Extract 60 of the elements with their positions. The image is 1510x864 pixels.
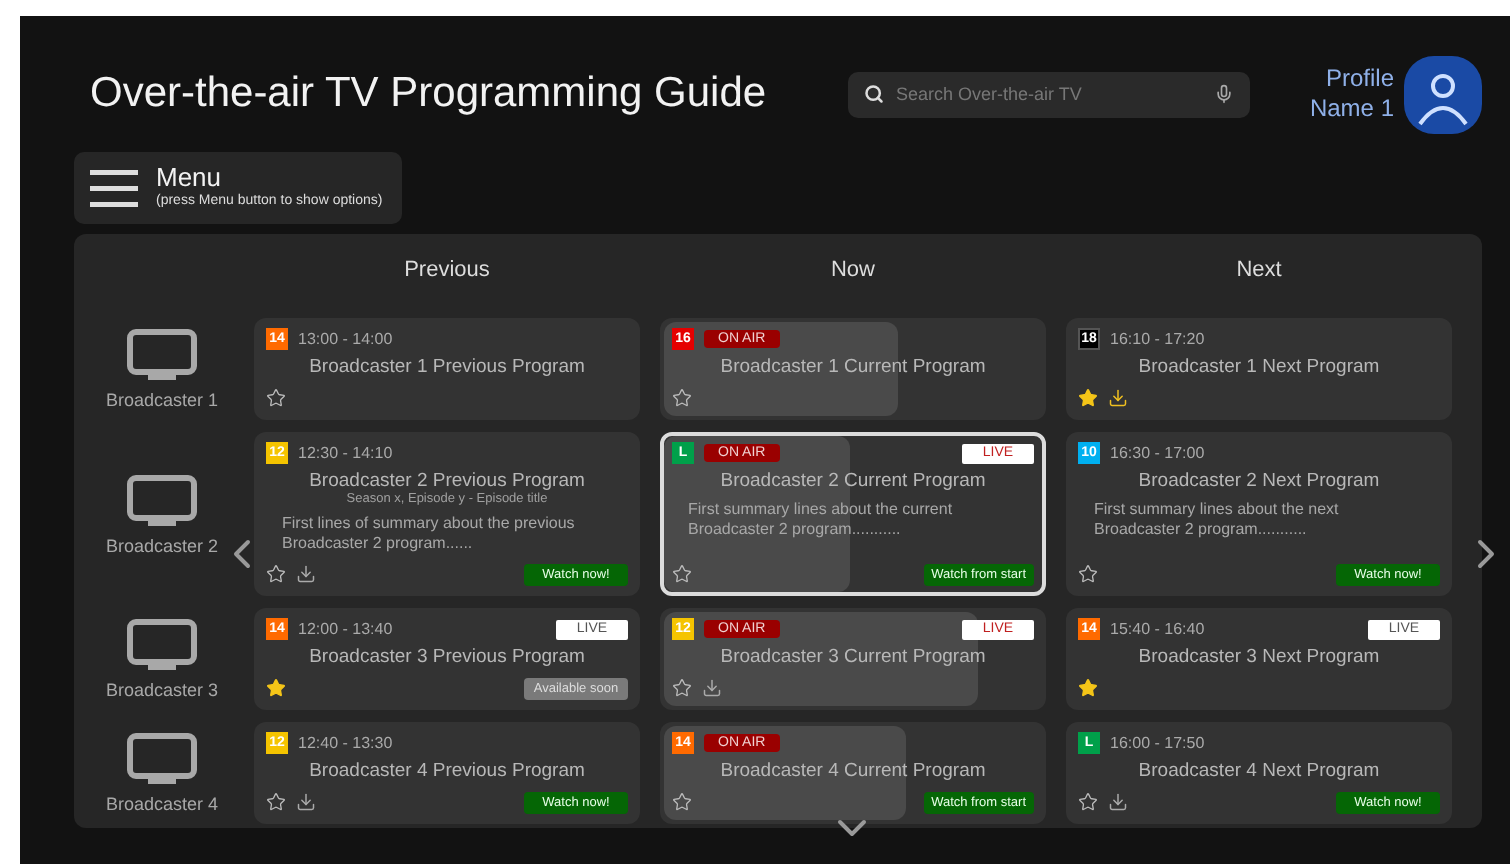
program-title: Broadcaster 4 Previous Program — [307, 760, 587, 782]
program-title: Broadcaster 3 Next Program — [1136, 646, 1382, 668]
star-icon[interactable] — [1078, 678, 1098, 698]
time-range: 16:00 - 17:50 — [1110, 734, 1205, 752]
profile-name[interactable]: Profile Name 1 — [1294, 64, 1394, 124]
column-header: Next — [1234, 258, 1284, 282]
program-summary: First summary lines about the current Broadcaster 2 program........... — [688, 500, 955, 540]
column-header: Previous — [402, 258, 492, 282]
star-icon[interactable] — [1078, 564, 1098, 584]
avatar-icon[interactable] — [1404, 55, 1482, 133]
star-icon[interactable] — [266, 792, 286, 812]
tv-icon — [126, 732, 198, 788]
star-icon[interactable] — [672, 792, 692, 812]
star-icon[interactable] — [672, 678, 692, 698]
program-title: Broadcaster 2 Current Program — [718, 470, 988, 492]
tv-icon — [126, 328, 198, 384]
broadcaster-name: Broadcaster 4 — [105, 794, 219, 814]
menu-icon — [90, 167, 138, 207]
program-title: Broadcaster 1 Current Program — [718, 356, 988, 378]
program-title: Broadcaster 3 Current Program — [718, 646, 988, 668]
time-range: 12:30 - 14:10 — [298, 444, 393, 462]
program-summary: First lines of summary about the previous Broadcaster 2 program...... — [282, 514, 577, 554]
microphone-icon[interactable] — [1214, 84, 1234, 104]
download-icon[interactable] — [702, 678, 722, 698]
star-icon[interactable] — [1078, 792, 1098, 812]
program-summary: First summary lines about the next Broadcaster 2 program........... — [1094, 500, 1341, 540]
column-header: Now — [828, 258, 877, 282]
menu-label: Menu — [156, 164, 224, 192]
program-title: Broadcaster 4 Next Program — [1136, 760, 1382, 782]
program-title: Broadcaster 1 Previous Program — [307, 356, 587, 378]
search-field[interactable]: Search Over-the-air TV — [848, 71, 1250, 117]
tv-icon — [126, 618, 198, 674]
star-icon[interactable] — [266, 678, 286, 698]
broadcaster-name: Broadcaster 1 — [105, 390, 219, 410]
time-range: 13:00 - 14:00 — [298, 330, 393, 348]
page-title: Over-the-air TV Programming Guide — [90, 70, 769, 118]
download-icon[interactable] — [296, 792, 316, 812]
time-range: 12:00 - 13:40 — [298, 620, 393, 638]
star-icon[interactable] — [1078, 388, 1098, 408]
search-icon — [864, 84, 884, 104]
star-icon[interactable] — [266, 564, 286, 584]
tv-icon — [126, 473, 198, 529]
program-title: Broadcaster 2 Previous Program — [307, 470, 587, 492]
time-range: 12:40 - 13:30 — [298, 734, 393, 752]
download-icon[interactable] — [1108, 388, 1128, 408]
broadcaster-name: Broadcaster 3 — [105, 680, 219, 700]
broadcaster-name: Broadcaster 2 — [105, 535, 219, 555]
download-icon[interactable] — [1108, 792, 1128, 812]
star-icon[interactable] — [672, 564, 692, 584]
time-range: 16:10 - 17:20 — [1110, 330, 1205, 348]
search-input[interactable]: Search Over-the-air TV — [896, 84, 1202, 104]
program-title: Broadcaster 2 Next Program — [1136, 470, 1382, 492]
star-icon[interactable] — [266, 388, 286, 408]
download-icon[interactable] — [296, 564, 316, 584]
time-range: 16:30 - 17:00 — [1110, 444, 1205, 462]
time-range: 15:40 - 16:40 — [1110, 620, 1205, 638]
program-title: Broadcaster 4 Current Program — [718, 760, 988, 782]
program-title: Broadcaster 1 Next Program — [1136, 356, 1382, 378]
star-icon[interactable] — [672, 388, 692, 408]
program-title: Broadcaster 3 Previous Program — [307, 646, 587, 668]
